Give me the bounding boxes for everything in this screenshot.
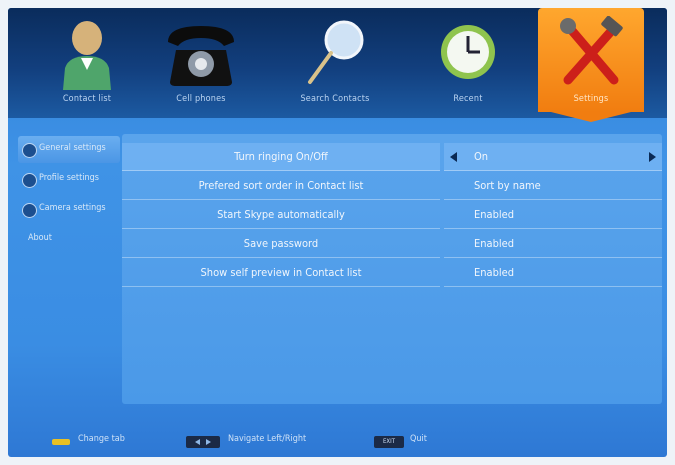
sidebar-item-label: About xyxy=(28,233,52,243)
tab-cell-phones[interactable]: Cell phones xyxy=(154,8,248,118)
tab-settings[interactable]: Settings xyxy=(538,8,644,122)
tab-label: Search Contacts xyxy=(300,94,370,104)
tab-bar: Contact list Cell phones Search Contacts… xyxy=(8,8,667,122)
camera-icon xyxy=(22,203,37,218)
gear-icon xyxy=(22,143,37,158)
arrow-left-icon[interactable] xyxy=(450,152,457,162)
setting-name: Save password xyxy=(122,230,440,258)
magnifier-icon xyxy=(300,16,370,94)
footer-help: Change tab Navigate Left/Right EXIT Quit xyxy=(8,428,667,457)
tab-label: Recent xyxy=(453,94,483,104)
settings-sidebar: General settings Profile settings Camera… xyxy=(18,136,120,256)
setting-name: Prefered sort order in Contact list xyxy=(122,172,440,200)
sidebar-item-label: Profile settings xyxy=(39,173,100,183)
sidebar-item-label: General settings xyxy=(39,143,106,153)
setting-name: Turn ringing On/Off xyxy=(122,143,440,171)
setting-value-text: Enabled xyxy=(474,208,514,221)
sidebar-item-about[interactable]: About xyxy=(18,226,120,253)
setting-row-save-password[interactable]: Save password Enabled xyxy=(122,230,662,258)
navigate-label: Navigate Left/Right xyxy=(228,434,307,444)
setting-value[interactable]: Enabled xyxy=(444,230,662,258)
sidebar-item-general-settings[interactable]: General settings xyxy=(18,136,120,163)
change-tab-label: Change tab xyxy=(78,434,125,444)
tab-label: Contact list xyxy=(62,94,112,104)
setting-row-ringing[interactable]: Turn ringing On/Off On xyxy=(122,143,662,171)
person-icon xyxy=(59,16,115,94)
setting-value-text: On xyxy=(474,150,489,163)
yellow-key-icon xyxy=(52,439,70,445)
setting-value-text: Sort by name xyxy=(474,179,541,192)
setting-value[interactable]: Sort by name xyxy=(444,172,662,200)
setting-row-sort-order[interactable]: Prefered sort order in Contact list Sort… xyxy=(122,172,662,200)
sidebar-item-profile-settings[interactable]: Profile settings xyxy=(18,166,120,193)
setting-value-text: Enabled xyxy=(474,266,514,279)
setting-value-text: Enabled xyxy=(474,237,514,250)
setting-row-start-skype[interactable]: Start Skype automatically Enabled xyxy=(122,201,662,229)
tv-screen: Contact list Cell phones Search Contacts… xyxy=(8,8,667,457)
left-right-key-icon xyxy=(186,436,220,448)
sidebar-item-camera-settings[interactable]: Camera settings xyxy=(18,196,120,223)
tab-recent[interactable]: Recent xyxy=(418,8,518,118)
setting-value[interactable]: Enabled xyxy=(444,201,662,229)
quit-label: Quit xyxy=(410,434,427,444)
setting-row-self-preview[interactable]: Show self preview in Contact list Enable… xyxy=(122,259,662,287)
tab-contact-list[interactable]: Contact list xyxy=(40,8,134,118)
setting-value[interactable]: On xyxy=(444,143,662,171)
profile-icon xyxy=(22,173,37,188)
tab-label: Cell phones xyxy=(176,94,226,104)
setting-value[interactable]: Enabled xyxy=(444,259,662,287)
setting-name: Show self preview in Contact list xyxy=(122,259,440,287)
exit-key-icon: EXIT xyxy=(374,436,404,448)
sidebar-item-label: Camera settings xyxy=(39,203,106,213)
clock-icon xyxy=(438,16,498,94)
arrow-right-icon[interactable] xyxy=(649,152,656,162)
tab-search-contacts[interactable]: Search Contacts xyxy=(274,8,396,118)
active-tab-pointer xyxy=(551,112,631,122)
tab-label: Settings xyxy=(573,94,609,104)
setting-name: Start Skype automatically xyxy=(122,201,440,229)
telephone-icon xyxy=(162,16,240,94)
settings-panel: Turn ringing On/Off On Prefered sort ord… xyxy=(122,134,662,404)
tools-icon xyxy=(554,15,628,94)
